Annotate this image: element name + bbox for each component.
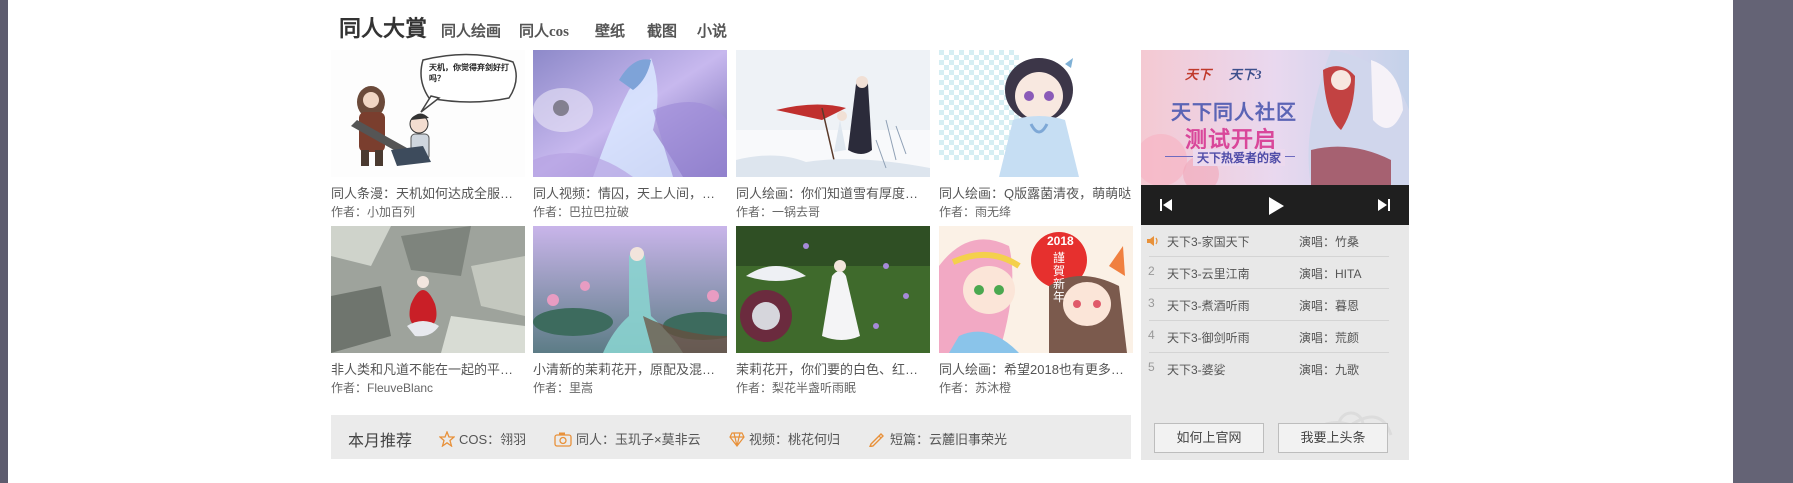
previous-icon[interactable]: [1159, 198, 1173, 212]
thumbnail-new-year[interactable]: 2018 謹賀新年: [939, 226, 1133, 353]
track-number: 2: [1148, 264, 1155, 278]
chibi-illustration: [939, 50, 1133, 177]
song-title: 天下3-煮酒听雨: [1167, 299, 1250, 313]
music-player: [1141, 185, 1409, 225]
grid-author: 作者：苏沐橙: [939, 381, 1012, 395]
song-singer: 演唱：竹桑: [1299, 235, 1360, 249]
camera-icon: [554, 432, 572, 447]
banner-headline: 天下同人社区: [1171, 102, 1297, 124]
stone-illustration: [331, 226, 525, 353]
grid-author: 作者：一锅去哥: [736, 205, 821, 219]
snow-illustration: [736, 50, 930, 177]
grid-caption[interactable]: 茉莉花开，你们要的白色、红色…: [736, 359, 930, 378]
playlist-row[interactable]: 天下3-家国天下 演唱：竹桑: [1141, 225, 1409, 257]
monthly-recommend-bar: 本月推荐 COS：翎羽 同人：玉玑子×莫非云 视频：桃花何归 短篇：云麓旧事荣光: [331, 415, 1131, 459]
star-icon: [438, 430, 456, 448]
grid-author: 作者：雨无绛: [939, 205, 1012, 219]
grid-caption[interactable]: 同人视频：情囚，天上人间，一…: [533, 183, 727, 202]
pen-icon: [868, 433, 884, 448]
playlist-row[interactable]: 4 天下3-御剑听雨 演唱：荒颜: [1141, 321, 1409, 353]
comic-speech-bubble: 天机，你觉得弃剑好打吗？: [429, 63, 509, 83]
song-title: 天下3-家国天下: [1167, 235, 1250, 249]
grid-caption[interactable]: 非人类和凡道不能在一起的平凡…: [331, 359, 525, 378]
thumbnail-chibi-painting[interactable]: [939, 50, 1133, 177]
song-title: 天下3-云里江南: [1167, 267, 1250, 281]
right-edge-bar: [1733, 0, 1793, 483]
recommend-item-short-story[interactable]: 短篇：云麓旧事荣光: [868, 429, 1007, 448]
speaker-icon: [1147, 236, 1158, 246]
recommend-item-cos[interactable]: COS：翎羽: [438, 429, 526, 448]
next-icon[interactable]: [1377, 198, 1391, 212]
field-illustration: [736, 226, 930, 353]
tab-doujin-cos[interactable]: 同人cos: [519, 20, 569, 41]
song-singer: 演唱：荒颜: [1299, 331, 1360, 345]
jasmine-illustration: [533, 226, 727, 353]
grid-author: 作者：小加百列: [331, 205, 416, 219]
recommend-item-video[interactable]: 视频：桃花何归: [729, 429, 840, 448]
track-number: 4: [1148, 328, 1155, 342]
left-edge-bar: [0, 0, 8, 483]
diamond-icon: [729, 432, 745, 447]
banner-logo-tianxia3: 天下3: [1229, 67, 1262, 82]
thumbnail-jasmine[interactable]: [533, 226, 727, 353]
song-singer: 演唱：暮恩: [1299, 299, 1360, 313]
recommend-title: 本月推荐: [348, 433, 413, 450]
grid-author: 作者：梨花半盏听雨眠: [736, 381, 857, 395]
track-number: 5: [1148, 360, 1155, 374]
grid-author: 作者：巴拉巴拉破: [533, 205, 630, 219]
banner-tagline: 天下热爱者的家: [1193, 149, 1286, 166]
thumbnail-red-figure[interactable]: [331, 226, 525, 353]
grid-caption[interactable]: 小清新的茉莉花开，原配及混搭…: [533, 359, 727, 378]
song-title: 天下3-婆娑: [1167, 363, 1226, 377]
tab-screenshot[interactable]: 截图: [647, 20, 677, 41]
banner-logo-tianxia: 天下: [1185, 67, 1212, 82]
grid-caption[interactable]: 同人绘画：Q版露菌清夜，萌萌哒: [939, 183, 1133, 202]
new-year-year: 2018: [1047, 234, 1074, 248]
thumbnail-video[interactable]: [533, 50, 727, 177]
recommend-item-doujin[interactable]: 同人：玉玑子×莫非云: [554, 429, 701, 448]
play-icon[interactable]: [1267, 196, 1285, 216]
video-illustration: [533, 50, 727, 177]
playlist-row[interactable]: 2 天下3-云里江南 演唱：HITA: [1141, 257, 1409, 289]
tab-doujin-painting[interactable]: 同人绘画: [441, 20, 501, 41]
track-number: 3: [1148, 296, 1155, 310]
community-banner[interactable]: 天下 天下3 天下同人社区 测试开启 天下热爱者的家: [1141, 50, 1409, 185]
grid-author: 作者：里嵩: [533, 381, 594, 395]
tab-wallpaper[interactable]: 壁纸: [595, 20, 625, 41]
new-year-greeting: 謹賀新年: [1053, 251, 1066, 304]
grid-caption[interactable]: 同人绘画：你们知道雪有厚度这…: [736, 183, 930, 202]
tab-novel[interactable]: 小说: [697, 20, 727, 41]
playlist-row[interactable]: 3 天下3-煮酒听雨 演唱：暮恩: [1141, 289, 1409, 321]
how-to-official-site-button[interactable]: 如何上官网: [1154, 423, 1264, 453]
grid-author: 作者：FleuveBlanc: [331, 381, 434, 395]
thumbnail-snow-painting[interactable]: [736, 50, 930, 177]
submit-headline-button[interactable]: 我要上头条: [1278, 423, 1388, 453]
grid-caption[interactable]: 同人条漫：天机如何达成全服弃…: [331, 183, 525, 202]
grid-caption[interactable]: 同人绘画：希望2018也有更多美…: [939, 359, 1133, 378]
song-singer: 演唱：HITA: [1299, 267, 1362, 281]
thumbnail-white-red[interactable]: [736, 226, 930, 353]
new-year-illustration: [939, 226, 1133, 353]
song-title: 天下3-御剑听雨: [1167, 331, 1250, 345]
thumbnail-comic[interactable]: 天机，你觉得弃剑好打吗？: [331, 50, 525, 177]
